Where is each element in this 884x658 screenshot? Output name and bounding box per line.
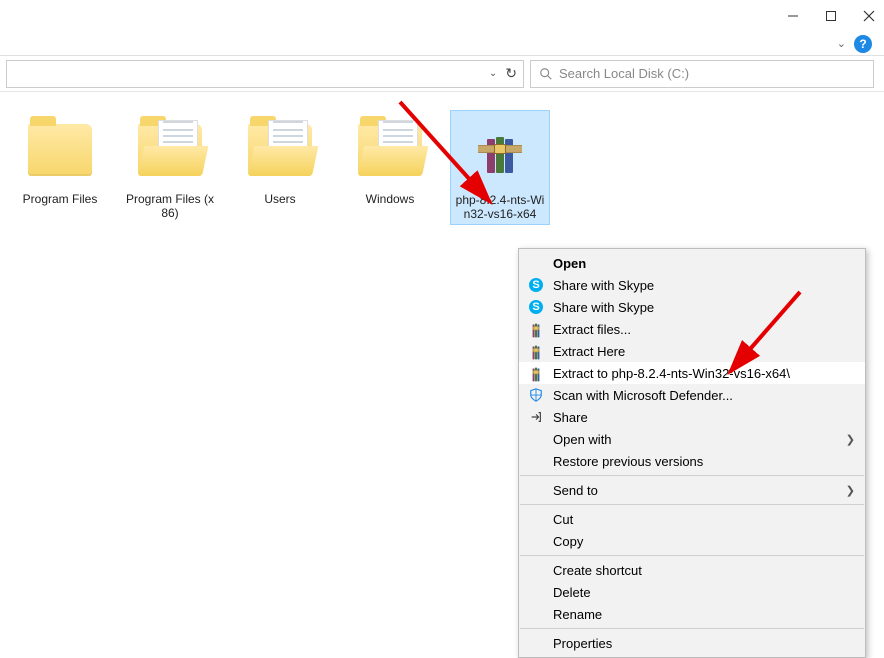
item-label: Users	[230, 190, 330, 208]
defender-shield-icon	[529, 388, 543, 402]
help-icon[interactable]: ?	[854, 35, 872, 53]
cm-label: Extract Here	[553, 344, 625, 359]
item-label: php-8.2.4-nts-Win32-vs16-x64	[451, 191, 549, 224]
context-menu: Open S Share with Skype S Share with Skype…	[518, 248, 866, 658]
cm-label: Cut	[553, 512, 573, 527]
skype-icon: S	[529, 278, 543, 292]
cm-restore-versions[interactable]: Restore previous versions	[519, 450, 865, 472]
cm-open-with[interactable]: Open with ❯	[519, 428, 865, 450]
cm-create-shortcut[interactable]: Create shortcut	[519, 559, 865, 581]
path-box[interactable]: ⌄ ↻	[6, 60, 524, 88]
cm-label: Properties	[553, 636, 612, 651]
cm-share[interactable]: Share	[519, 406, 865, 428]
skype-icon: S	[529, 300, 543, 314]
cm-label: Copy	[553, 534, 583, 549]
folder-icon	[358, 124, 422, 176]
file-view: Program Files Program Files (x86) Users …	[0, 92, 884, 243]
close-button[interactable]	[862, 9, 876, 23]
rar-archive-icon	[533, 321, 540, 338]
cm-copy[interactable]: Copy	[519, 530, 865, 552]
minimize-button[interactable]	[786, 9, 800, 23]
folder-item[interactable]: Windows	[340, 110, 440, 208]
cm-label: Create shortcut	[553, 563, 642, 578]
cm-properties[interactable]: Properties	[519, 632, 865, 654]
separator	[520, 475, 864, 476]
separator	[520, 628, 864, 629]
cm-delete[interactable]: Delete	[519, 581, 865, 603]
cm-scan-defender[interactable]: Scan with Microsoft Defender...	[519, 384, 865, 406]
cm-label: Share	[553, 410, 588, 425]
cm-label: Open	[553, 256, 586, 271]
address-bar: ⌄ ↻ Search Local Disk (C:)	[0, 56, 884, 92]
separator	[520, 555, 864, 556]
rar-archive-icon	[533, 365, 540, 382]
search-input[interactable]: Search Local Disk (C:)	[530, 60, 874, 88]
cm-rename[interactable]: Rename	[519, 603, 865, 625]
cm-label: Share with Skype	[553, 278, 654, 293]
refresh-icon[interactable]: ↻	[505, 65, 517, 82]
folder-item[interactable]: Program Files (x86)	[120, 110, 220, 223]
window-controls	[0, 0, 884, 32]
cm-label: Extract files...	[553, 322, 631, 337]
cm-share-skype[interactable]: S Share with Skype	[519, 274, 865, 296]
cm-send-to[interactable]: Send to ❯	[519, 479, 865, 501]
cm-open[interactable]: Open	[519, 252, 865, 274]
chevron-right-icon: ❯	[846, 484, 855, 497]
cm-cut[interactable]: Cut	[519, 508, 865, 530]
chevron-right-icon: ❯	[846, 433, 855, 446]
item-label: Windows	[340, 190, 440, 208]
cm-label: Rename	[553, 607, 602, 622]
cm-share-skype[interactable]: S Share with Skype	[519, 296, 865, 318]
maximize-button[interactable]	[824, 9, 838, 23]
folder-item[interactable]: Program Files	[10, 110, 110, 208]
cm-extract-here[interactable]: Extract Here	[519, 340, 865, 362]
folder-item[interactable]: Users	[230, 110, 330, 208]
cm-label: Delete	[553, 585, 591, 600]
rar-archive-icon	[533, 343, 540, 360]
ribbon-toolbar: ⌄ ?	[0, 32, 884, 56]
folder-icon	[138, 124, 202, 176]
archive-item-selected[interactable]: php-8.2.4-nts-Win32-vs16-x64	[450, 110, 550, 225]
cm-label: Restore previous versions	[553, 454, 703, 469]
cm-extract-files[interactable]: Extract files...	[519, 318, 865, 340]
chevron-down-icon[interactable]: ⌄	[489, 68, 497, 79]
separator	[520, 504, 864, 505]
cm-extract-to[interactable]: Extract to php-8.2.4-nts-Win32-vs16-x64\	[519, 362, 865, 384]
cm-label: Send to	[553, 483, 598, 498]
item-label: Program Files (x86)	[120, 190, 220, 223]
folder-icon	[28, 124, 92, 176]
cm-label: Scan with Microsoft Defender...	[553, 388, 733, 403]
rar-archive-icon	[478, 129, 522, 173]
share-icon	[529, 410, 543, 424]
cm-label: Extract to php-8.2.4-nts-Win32-vs16-x64\	[553, 366, 790, 381]
search-placeholder: Search Local Disk (C:)	[559, 66, 689, 81]
cm-label: Share with Skype	[553, 300, 654, 315]
search-icon	[539, 67, 553, 81]
folder-icon	[248, 124, 312, 176]
item-label: Program Files	[10, 190, 110, 208]
cm-label: Open with	[553, 432, 612, 447]
chevron-down-icon[interactable]: ⌄	[837, 37, 846, 50]
